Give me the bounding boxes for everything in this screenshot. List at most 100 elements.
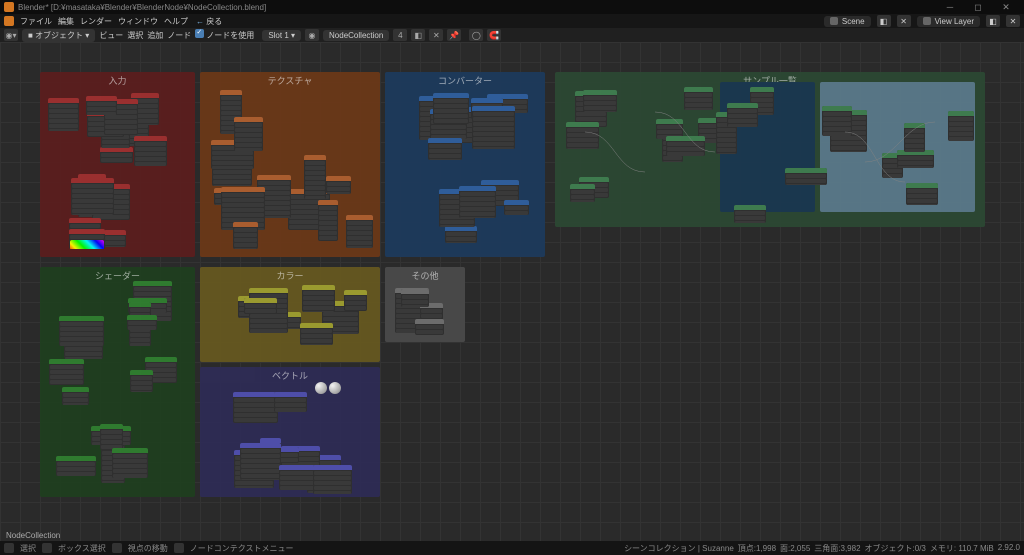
node-socket-row[interactable] (717, 128, 737, 132)
node-socket-row[interactable] (212, 156, 253, 160)
node-socket-row[interactable] (105, 130, 138, 134)
shader-node[interactable] (684, 87, 713, 110)
node-socket-row[interactable] (234, 408, 277, 412)
node-socket-row[interactable] (657, 125, 682, 129)
shader-node[interactable] (904, 123, 924, 153)
node-socket-row[interactable] (949, 132, 974, 136)
node-socket-row[interactable] (505, 211, 528, 215)
node-socket-row[interactable] (250, 324, 287, 328)
shader-node[interactable] (300, 323, 333, 345)
node-socket-row[interactable] (280, 476, 316, 480)
node-socket-row[interactable] (907, 194, 937, 198)
node-socket-row[interactable] (446, 237, 477, 241)
node-socket-row[interactable] (234, 233, 257, 237)
node-socket-row[interactable] (567, 138, 597, 142)
node-socket-row[interactable] (250, 329, 287, 333)
node-socket-row[interactable] (831, 146, 867, 150)
shader-node[interactable] (428, 138, 462, 159)
node-socket-row[interactable] (113, 459, 147, 463)
node-socket-row[interactable] (131, 381, 152, 385)
shader-node[interactable] (49, 359, 83, 385)
node-socket-row[interactable] (728, 119, 757, 123)
pin-button[interactable]: 📌 (447, 29, 461, 41)
scene-selector[interactable]: Scene (824, 16, 871, 27)
node-socket-row[interactable] (429, 154, 461, 158)
node-socket-row[interactable] (345, 296, 365, 300)
node-socket-row[interactable] (505, 206, 528, 210)
node-socket-row[interactable] (105, 120, 138, 124)
shader-node[interactable] (785, 168, 827, 185)
node-socket-row[interactable] (431, 125, 466, 129)
node-socket-row[interactable] (883, 174, 901, 178)
node-socket-row[interactable] (241, 459, 280, 463)
node-socket-row[interactable] (323, 317, 358, 321)
frame-color[interactable]: カラー (200, 267, 380, 362)
node-socket-row[interactable] (667, 142, 704, 146)
viewlayer-new-button[interactable]: ◧ (986, 15, 1000, 27)
toolmenu-add[interactable]: 追加 (147, 30, 163, 41)
node-socket-row[interactable] (135, 142, 166, 146)
node-socket-row[interactable] (241, 454, 280, 458)
shader-node[interactable] (62, 387, 89, 405)
node-socket-row[interactable] (347, 246, 371, 248)
node-socket-row[interactable] (571, 195, 595, 199)
node-socket-row[interactable] (72, 184, 112, 188)
menu-file[interactable]: ファイル (20, 16, 52, 27)
node-socket-row[interactable] (235, 143, 262, 147)
node-socket-row[interactable] (130, 308, 150, 312)
node-socket-row[interactable] (751, 93, 773, 97)
node-socket-row[interactable] (735, 216, 765, 220)
node-socket-row[interactable] (685, 98, 712, 102)
color-picker[interactable] (70, 240, 103, 249)
node-socket-row[interactable] (305, 196, 325, 199)
node-socket-row[interactable] (663, 161, 682, 162)
node-socket-row[interactable] (241, 464, 280, 468)
node-socket-row[interactable] (303, 306, 334, 310)
shader-node[interactable] (734, 205, 766, 223)
node-socket-row[interactable] (222, 208, 264, 212)
node-socket-row[interactable] (50, 365, 82, 369)
node-socket-row[interactable] (567, 128, 597, 132)
node-socket-row[interactable] (728, 124, 757, 126)
node-socket-row[interactable] (460, 217, 494, 219)
node-socket-row[interactable] (63, 403, 88, 405)
node-socket-row[interactable] (57, 472, 95, 476)
node-socket-row[interactable] (130, 343, 150, 346)
node-socket-row[interactable] (429, 149, 461, 153)
node-socket-row[interactable] (823, 122, 851, 126)
shader-node[interactable] (56, 456, 96, 476)
node-socket-row[interactable] (72, 214, 112, 215)
shader-node[interactable] (233, 392, 278, 423)
node-socket-row[interactable] (221, 96, 241, 100)
material-users[interactable]: 4 (393, 29, 407, 41)
node-socket-row[interactable] (235, 138, 262, 142)
node-socket-row[interactable] (421, 309, 442, 313)
frame-vector[interactable]: ベクトル (200, 367, 380, 497)
node-socket-row[interactable] (105, 241, 125, 245)
node-socket-row[interactable] (473, 137, 514, 141)
node-socket-row[interactable] (113, 469, 147, 473)
back-button[interactable]: ← 戻る (196, 16, 222, 27)
node-socket-row[interactable] (440, 220, 475, 224)
node-socket-row[interactable] (905, 129, 923, 133)
node-socket-row[interactable] (49, 124, 78, 128)
node-socket-row[interactable] (213, 170, 250, 174)
material-name-field[interactable]: NodeCollection (323, 30, 389, 41)
node-socket-row[interactable] (319, 216, 337, 220)
node-socket-row[interactable] (72, 204, 112, 208)
node-socket-row[interactable] (319, 231, 337, 235)
shader-node[interactable] (906, 183, 938, 205)
shader-node[interactable] (727, 103, 758, 126)
node-socket-row[interactable] (345, 306, 365, 310)
node-socket-row[interactable] (234, 243, 257, 247)
frame-samples[interactable]: サンプル一覧 (555, 72, 985, 227)
node-socket-row[interactable] (305, 161, 325, 165)
shader-node[interactable] (127, 315, 157, 330)
node-socket-row[interactable] (347, 236, 371, 240)
menu-help[interactable]: ヘルプ (164, 16, 188, 27)
node-socket-row[interactable] (305, 181, 325, 185)
shader-node[interactable] (415, 319, 445, 336)
shader-node[interactable] (302, 285, 335, 312)
node-socket-row[interactable] (786, 184, 826, 185)
node-socket-row[interactable] (130, 333, 150, 337)
